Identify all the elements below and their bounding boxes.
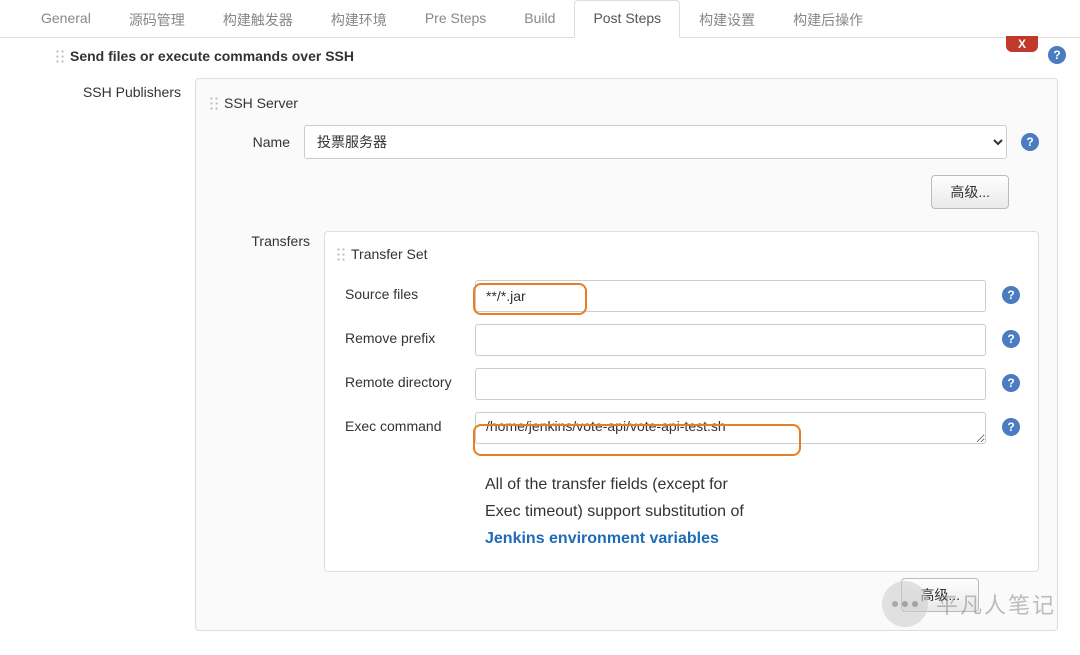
help-icon[interactable]: ? [1021, 133, 1039, 151]
tab-triggers[interactable]: 构建触发器 [204, 0, 312, 38]
source-files-input[interactable] [475, 280, 986, 312]
tab-settings[interactable]: 构建设置 [680, 0, 774, 38]
remote-directory-input[interactable] [475, 368, 986, 400]
config-tabs: General 源码管理 构建触发器 构建环境 Pre Steps Build … [0, 0, 1080, 38]
transfer-set-box: Transfer Set Source files ? [324, 231, 1039, 572]
drag-handle-icon[interactable] [208, 95, 218, 111]
drag-handle-icon[interactable] [335, 246, 345, 262]
tab-post-actions[interactable]: 构建后操作 [774, 0, 882, 38]
source-files-label: Source files [335, 280, 475, 302]
drag-handle-icon[interactable] [54, 48, 64, 64]
help-icon[interactable]: ? [1002, 286, 1020, 304]
tab-env[interactable]: 构建环境 [312, 0, 406, 38]
section-title: Send files or execute commands over SSH [70, 48, 354, 64]
tab-build[interactable]: Build [505, 0, 574, 38]
wechat-icon [882, 581, 928, 627]
help-icon[interactable]: ? [1002, 330, 1020, 348]
remove-prefix-input[interactable] [475, 324, 986, 356]
remote-directory-label: Remote directory [335, 368, 475, 390]
jenkins-env-vars-link[interactable]: Jenkins environment variables [485, 530, 719, 547]
exec-command-input[interactable]: /home/jenkins/vote-api/vote-api-test.sh [475, 412, 986, 444]
help-icon[interactable]: ? [1002, 418, 1020, 436]
transfer-set-label: Transfer Set [351, 246, 428, 262]
ssh-publishers-box: SSH Server Name 投票服务器 ? 高级... Transfers [195, 78, 1058, 631]
close-section-button[interactable]: X [1006, 36, 1038, 52]
help-icon[interactable]: ? [1048, 46, 1066, 64]
tab-general[interactable]: General [22, 0, 110, 38]
exec-command-label: Exec command [335, 412, 475, 434]
tab-pre-steps[interactable]: Pre Steps [406, 0, 505, 38]
ssh-server-label: SSH Server [224, 95, 298, 111]
transfers-label: Transfers [206, 227, 324, 612]
remove-prefix-label: Remove prefix [335, 324, 475, 346]
watermark-text: 平凡人笔记 [936, 588, 1056, 620]
help-icon[interactable]: ? [1002, 374, 1020, 392]
ssh-publishers-label: SSH Publishers [40, 78, 195, 631]
advanced-button[interactable]: 高级... [931, 175, 1009, 209]
ssh-section-header: Send files or execute commands over SSH … [40, 38, 1058, 74]
server-name-select[interactable]: 投票服务器 [304, 125, 1007, 159]
server-name-label: Name [206, 134, 304, 150]
transfer-note: All of the transfer fields (except for E… [335, 453, 765, 553]
tab-post-steps[interactable]: Post Steps [574, 0, 680, 38]
tab-scm[interactable]: 源码管理 [110, 0, 204, 38]
watermark: 平凡人笔记 [882, 581, 1056, 627]
